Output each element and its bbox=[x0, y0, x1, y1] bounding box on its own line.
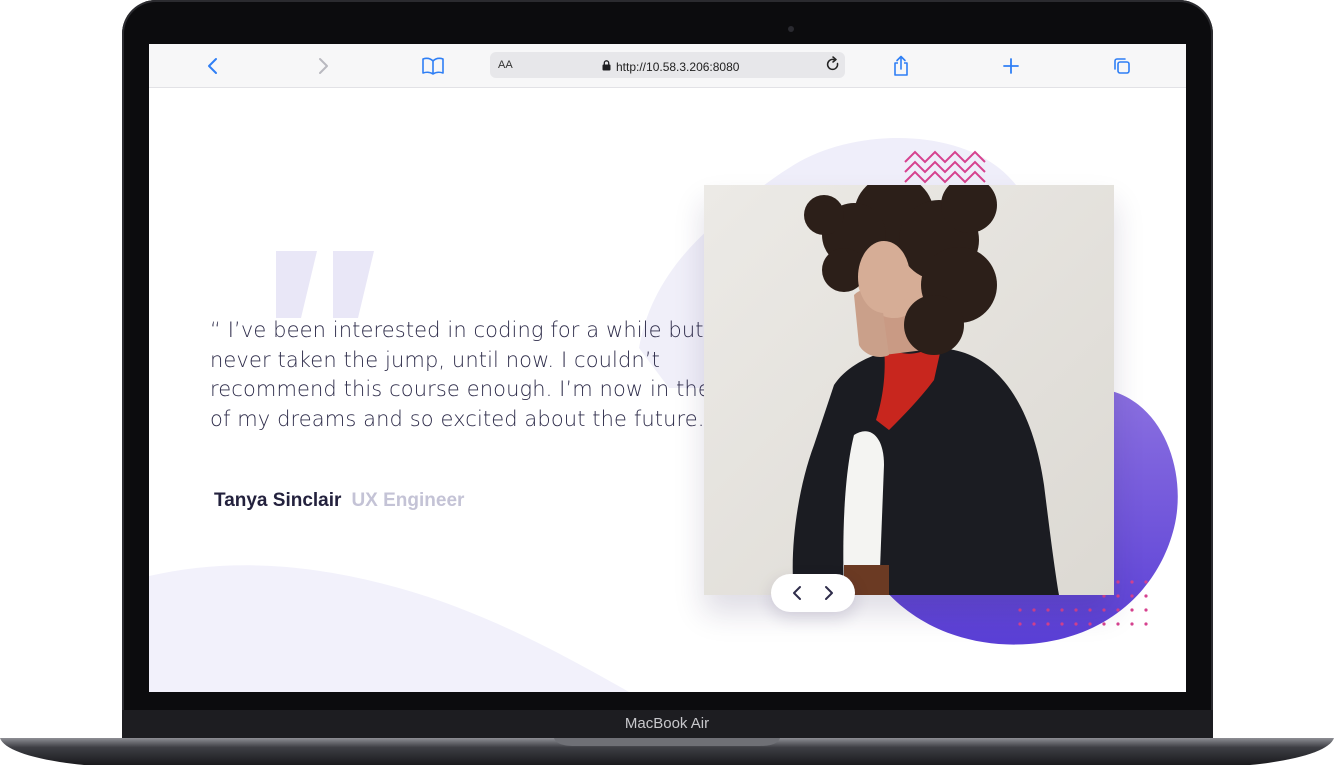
testimonial-quote: “ I’ve been interested in coding for a w… bbox=[210, 318, 750, 431]
browser-screen: AA http://10.58.3.206:8080 “ I’ve been i… bbox=[149, 44, 1186, 692]
bookmarks-icon[interactable] bbox=[421, 54, 445, 78]
quote-mark-decoration bbox=[276, 251, 374, 318]
tabs-icon[interactable] bbox=[1110, 54, 1134, 78]
testimonial-author: Tanya Sinclair UX Engineer bbox=[214, 490, 464, 512]
text-size-button[interactable]: AA bbox=[498, 59, 513, 71]
address-bar[interactable]: AA http://10.58.3.206:8080 bbox=[490, 52, 845, 78]
author-role: UX Engineer bbox=[351, 490, 465, 511]
new-tab-icon[interactable] bbox=[999, 54, 1023, 78]
chevron-left-icon[interactable] bbox=[792, 585, 802, 601]
forward-icon[interactable] bbox=[311, 54, 335, 78]
device-label: MacBook Air bbox=[624, 715, 710, 732]
browser-toolbar: AA http://10.58.3.206:8080 bbox=[149, 44, 1186, 88]
camera-dot bbox=[788, 26, 794, 32]
lock-icon bbox=[602, 58, 611, 76]
testimonial-photo bbox=[704, 185, 1114, 595]
author-name: Tanya Sinclair bbox=[214, 490, 342, 511]
url-text: http://10.58.3.206:8080 bbox=[616, 60, 740, 74]
reload-icon[interactable] bbox=[825, 56, 841, 78]
back-icon[interactable] bbox=[201, 54, 225, 78]
page-content: “ I’ve been interested in coding for a w… bbox=[149, 88, 1186, 692]
chevron-right-icon[interactable] bbox=[824, 585, 834, 601]
testimonial-slider-controls bbox=[771, 574, 855, 612]
share-icon[interactable] bbox=[889, 54, 913, 78]
